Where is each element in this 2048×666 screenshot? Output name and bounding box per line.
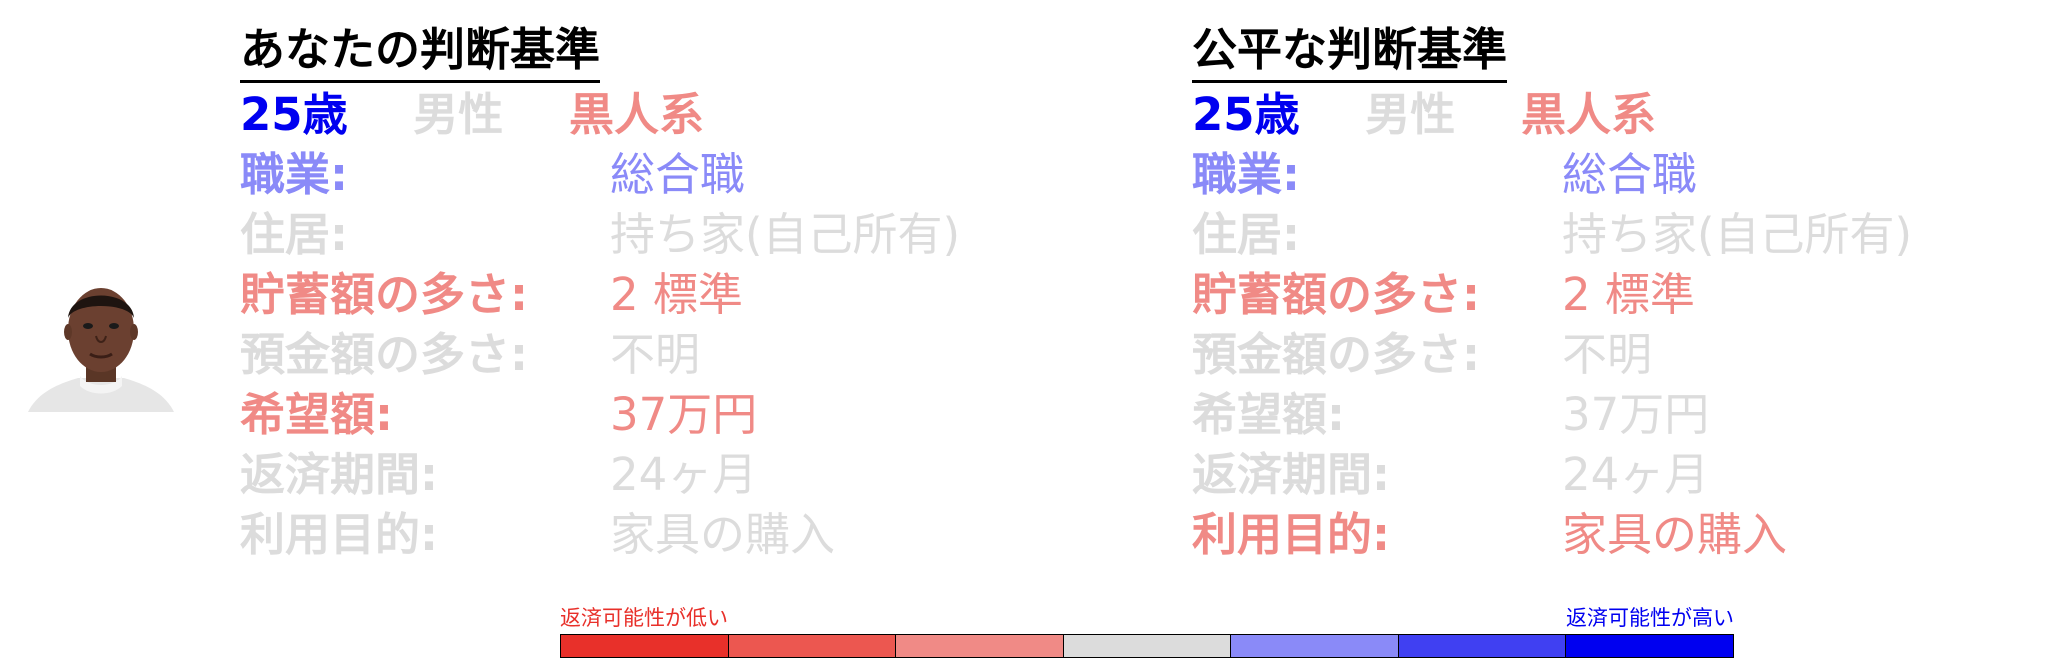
field-label: 希望額: (1192, 388, 1345, 441)
field-label: 希望額: (240, 388, 393, 441)
fair-criteria-panel: 公平な判断基準 25歳 男性 黒人系 職業: 総合職 住居: 持ち家(自己所有)… (1192, 20, 1992, 565)
field-label: 預金額の多さ: (1192, 328, 1480, 381)
field-value: 24ヶ月 (610, 448, 758, 501)
field-purpose: 利用目的: 家具の購入 (240, 505, 1040, 565)
field-value: 2 標準 (1562, 268, 1695, 321)
field-purpose: 利用目的: 家具の購入 (1192, 505, 1992, 565)
field-requested-amount: 希望額: 37万円 (1192, 385, 1992, 445)
scale-segment (728, 635, 897, 657)
field-value: 37万円 (610, 388, 758, 441)
field-label: 貯蓄額の多さ: (240, 268, 528, 321)
scale-segment (1566, 635, 1734, 657)
field-savings: 貯蓄額の多さ: 2 標準 (1192, 265, 1992, 325)
field-repayment-period: 返済期間: 24ヶ月 (1192, 445, 1992, 505)
scale-segment (1063, 635, 1232, 657)
demographic-age: 25歳 (240, 88, 348, 141)
demographic-gender: 男性 (413, 88, 504, 141)
field-label: 貯蓄額の多さ: (1192, 268, 1480, 321)
demographic-age: 25歳 (1192, 88, 1300, 141)
scale-segment (1231, 635, 1399, 657)
panel-heading: 公平な判断基準 (1192, 20, 1508, 83)
color-scale-bar (560, 634, 1734, 658)
field-value: 持ち家(自己所有) (1562, 208, 1913, 261)
demographic-ethnicity: 黒人系 (1520, 88, 1656, 141)
field-deposits: 預金額の多さ: 不明 (1192, 325, 1992, 385)
demographic-gender: 男性 (1365, 88, 1456, 141)
field-residence: 住居: 持ち家(自己所有) (1192, 205, 1992, 265)
field-value: 総合職 (610, 148, 746, 201)
field-label: 職業: (240, 148, 348, 201)
field-label: 利用目的: (240, 508, 438, 561)
field-requested-amount: 希望額: 37万円 (240, 385, 1040, 445)
demographics-row: 25歳 男性 黒人系 (240, 85, 1040, 145)
field-repayment-period: 返済期間: 24ヶ月 (240, 445, 1040, 505)
field-value: 不明 (1562, 328, 1653, 381)
field-value: 37万円 (1562, 388, 1710, 441)
scale-segment (1398, 635, 1567, 657)
field-label: 職業: (1192, 148, 1300, 201)
field-value: 家具の購入 (610, 508, 836, 561)
field-residence: 住居: 持ち家(自己所有) (240, 205, 1040, 265)
legend-low-label: 返済可能性が低い (560, 606, 728, 630)
field-value: 2 標準 (610, 268, 743, 321)
field-value: 総合職 (1562, 148, 1698, 201)
field-value: 持ち家(自己所有) (610, 208, 961, 261)
legend-high-label: 返済可能性が高い (1566, 606, 1734, 630)
field-label: 返済期間: (1192, 448, 1390, 501)
person-photo-icon (28, 288, 174, 412)
field-label: 預金額の多さ: (240, 328, 528, 381)
demographics-row: 25歳 男性 黒人系 (1192, 85, 1992, 145)
field-label: 住居: (240, 208, 348, 261)
field-label: 利用目的: (1192, 508, 1390, 561)
user-criteria-panel: あなたの判断基準 25歳 男性 黒人系 職業: 総合職 住居: 持ち家(自己所有… (240, 20, 1040, 565)
scale-segment (896, 635, 1064, 657)
demographic-ethnicity: 黒人系 (568, 88, 704, 141)
field-occupation: 職業: 総合職 (1192, 145, 1992, 205)
field-value: 不明 (610, 328, 701, 381)
field-value: 家具の購入 (1562, 508, 1788, 561)
field-label: 住居: (1192, 208, 1300, 261)
panel-heading: あなたの判断基準 (240, 20, 601, 83)
field-label: 返済期間: (240, 448, 438, 501)
field-savings: 貯蓄額の多さ: 2 標準 (240, 265, 1040, 325)
field-deposits: 預金額の多さ: 不明 (240, 325, 1040, 385)
repayment-likelihood-legend: 返済可能性が低い 返済可能性が高い (560, 604, 1734, 658)
field-value: 24ヶ月 (1562, 448, 1710, 501)
field-occupation: 職業: 総合職 (240, 145, 1040, 205)
scale-segment (561, 635, 729, 657)
